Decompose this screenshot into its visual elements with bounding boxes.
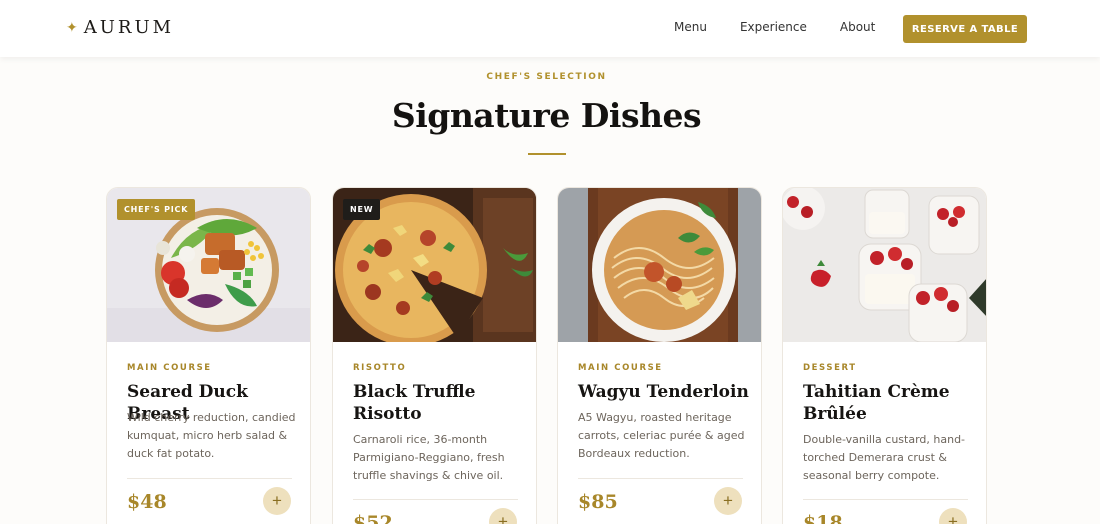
dish-card[interactable]: MAIN COURSE Wagyu Tenderloin A5 Wagyu, r… bbox=[557, 187, 762, 524]
dish-card[interactable]: NEW RISOTTO Black Truffle Risotto Carnar… bbox=[332, 187, 537, 524]
nav-menu-link[interactable]: Menu bbox=[674, 20, 707, 34]
chefs-pick-badge: CHEF'S PICK bbox=[117, 199, 196, 220]
dish-price: $85 bbox=[578, 491, 618, 513]
dish-name: Black Truffle Risotto bbox=[353, 382, 476, 424]
sparkle-icon: ✦ bbox=[66, 19, 78, 36]
dish-description: Double-vanilla custard, hand-torched Dem… bbox=[803, 433, 966, 482]
dish-price: $18 bbox=[803, 512, 843, 524]
card-divider bbox=[803, 499, 968, 500]
nav-experience-link[interactable]: Experience bbox=[740, 20, 807, 34]
dish-price: $48 bbox=[127, 491, 167, 513]
dish-image bbox=[783, 188, 986, 342]
dish-description: Carnaroli rice, 36-month Parmigiano-Regg… bbox=[353, 433, 505, 482]
card-divider bbox=[578, 478, 743, 479]
brand-name: AURUM bbox=[83, 17, 175, 38]
reserve-table-button[interactable]: RESERVE A TABLE bbox=[903, 15, 1027, 43]
dish-price: $52 bbox=[353, 512, 393, 524]
dish-name: Wagyu Tenderloin bbox=[578, 382, 749, 402]
nav-about-link[interactable]: About bbox=[840, 20, 875, 34]
dish-image bbox=[558, 188, 761, 342]
dish-description: Wild cherry reduction, candied kumquat, … bbox=[127, 411, 296, 460]
add-dish-button[interactable]: + bbox=[489, 508, 517, 524]
new-badge: NEW bbox=[343, 199, 381, 220]
main-nav: Menu Experience About bbox=[674, 20, 908, 34]
dish-category: RISOTTO bbox=[353, 363, 407, 373]
card-divider bbox=[353, 499, 518, 500]
dish-card[interactable]: DESSERT Tahitian Crème Brûlée Double-van… bbox=[782, 187, 987, 524]
dish-category: MAIN COURSE bbox=[578, 363, 663, 373]
dish-card[interactable]: CHEF'S PICK MAIN COURSE Seared Duck Brea… bbox=[106, 187, 311, 524]
card-divider bbox=[127, 478, 292, 479]
title-divider bbox=[528, 153, 566, 155]
dish-category: DESSERT bbox=[803, 363, 857, 373]
site-header: ✦ AURUM Menu Experience About RESERVE A … bbox=[0, 0, 1100, 57]
section-title: Signature Dishes bbox=[391, 96, 702, 135]
section-eyebrow: CHEF'S SELECTION bbox=[486, 72, 607, 82]
add-dish-button[interactable]: + bbox=[263, 487, 291, 515]
dish-name: Tahitian Crème Brûlée bbox=[803, 382, 950, 424]
add-dish-button[interactable]: + bbox=[939, 508, 967, 524]
add-dish-button[interactable]: + bbox=[714, 487, 742, 515]
dish-description: A5 Wagyu, roasted heritage carrots, cele… bbox=[578, 411, 745, 460]
dish-category: MAIN COURSE bbox=[127, 363, 212, 373]
brand-logo[interactable]: ✦ AURUM bbox=[66, 17, 174, 38]
